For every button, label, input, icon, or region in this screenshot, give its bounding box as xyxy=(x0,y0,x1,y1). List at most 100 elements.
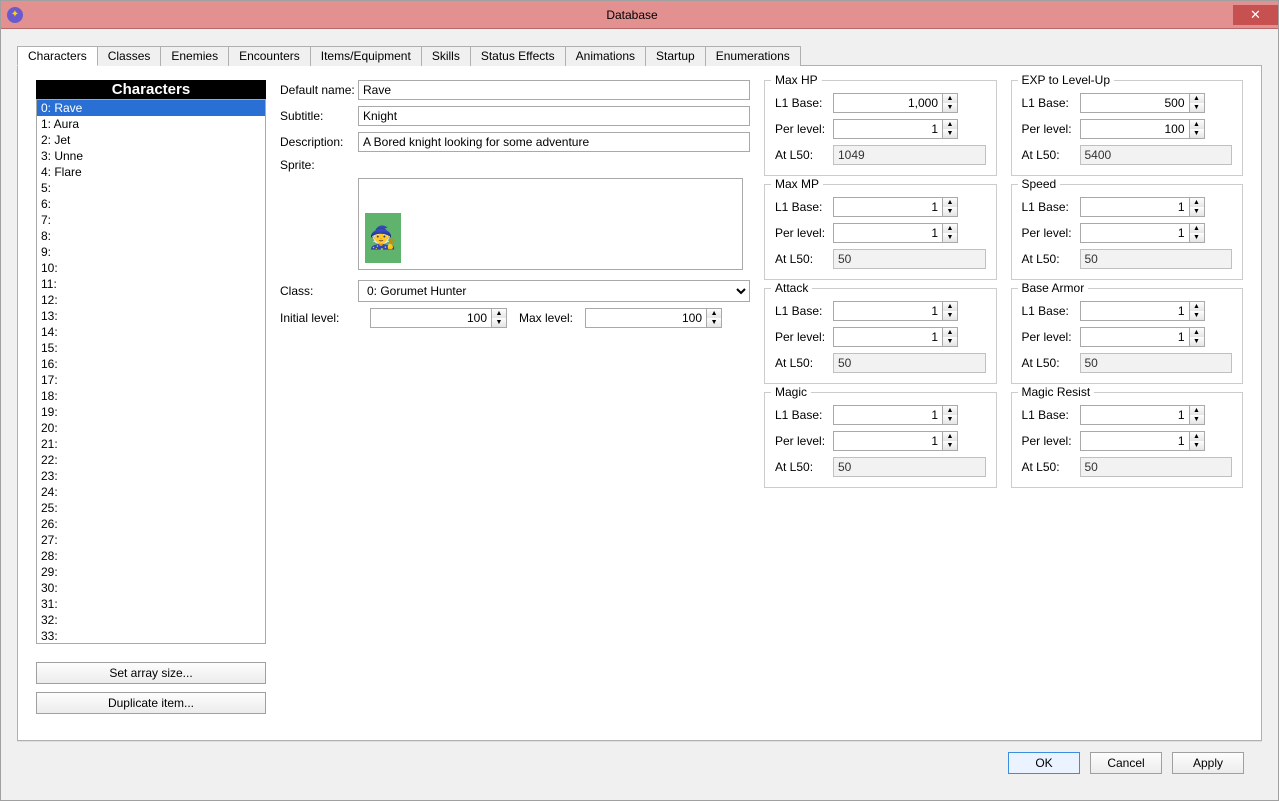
spin-up-icon[interactable]: ▲ xyxy=(943,406,957,415)
default-name-input[interactable] xyxy=(358,80,750,100)
close-button[interactable]: ✕ xyxy=(1233,5,1278,25)
l1base-input[interactable]: ▲▼ xyxy=(1080,93,1205,113)
tab-status-effects[interactable]: Status Effects xyxy=(470,46,566,66)
l1base-input[interactable]: ▲▼ xyxy=(1080,197,1205,217)
spin-up-icon[interactable]: ▲ xyxy=(1190,120,1204,129)
list-item[interactable]: 0: Rave xyxy=(37,100,265,116)
spin-down-icon[interactable]: ▼ xyxy=(943,337,957,346)
list-item[interactable]: 5: xyxy=(37,180,265,196)
l1base-input[interactable]: ▲▼ xyxy=(1080,405,1205,425)
class-select[interactable]: 0: Gorumet Hunter xyxy=(358,280,750,302)
tab-startup[interactable]: Startup xyxy=(645,46,706,66)
tab-characters[interactable]: Characters xyxy=(17,46,98,66)
spin-down-icon[interactable]: ▼ xyxy=(943,129,957,138)
perlevel-input[interactable]: ▲▼ xyxy=(833,119,958,139)
l1base-input[interactable]: ▲▼ xyxy=(833,93,958,113)
list-item[interactable]: 10: xyxy=(37,260,265,276)
list-item[interactable]: 12: xyxy=(37,292,265,308)
spin-up-icon[interactable]: ▲ xyxy=(943,328,957,337)
list-item[interactable]: 30: xyxy=(37,580,265,596)
spin-down-icon[interactable]: ▼ xyxy=(1190,207,1204,216)
list-item[interactable]: 1: Aura xyxy=(37,116,265,132)
tab-enemies[interactable]: Enemies xyxy=(160,46,229,66)
spin-down-icon[interactable]: ▼ xyxy=(943,207,957,216)
list-item[interactable]: 33: xyxy=(37,628,265,644)
spin-down-icon[interactable]: ▼ xyxy=(492,318,506,327)
cancel-button[interactable]: Cancel xyxy=(1090,752,1162,774)
spin-up-icon[interactable]: ▲ xyxy=(943,120,957,129)
initial-level-input[interactable]: ▲▼ xyxy=(370,308,507,328)
list-item[interactable]: 2: Jet xyxy=(37,132,265,148)
list-item[interactable]: 20: xyxy=(37,420,265,436)
tab-animations[interactable]: Animations xyxy=(565,46,646,66)
spin-down-icon[interactable]: ▼ xyxy=(943,415,957,424)
perlevel-input[interactable]: ▲▼ xyxy=(1080,327,1205,347)
perlevel-input[interactable]: ▲▼ xyxy=(833,223,958,243)
spin-up-icon[interactable]: ▲ xyxy=(707,309,721,318)
spin-up-icon[interactable]: ▲ xyxy=(1190,406,1204,415)
list-item[interactable]: 18: xyxy=(37,388,265,404)
spin-down-icon[interactable]: ▼ xyxy=(943,233,957,242)
spin-down-icon[interactable]: ▼ xyxy=(1190,415,1204,424)
list-item[interactable]: 3: Unne xyxy=(37,148,265,164)
l1base-input[interactable]: ▲▼ xyxy=(833,301,958,321)
spin-up-icon[interactable]: ▲ xyxy=(943,302,957,311)
list-item[interactable]: 17: xyxy=(37,372,265,388)
list-item[interactable]: 9: xyxy=(37,244,265,260)
spin-down-icon[interactable]: ▼ xyxy=(1190,311,1204,320)
list-item[interactable]: 32: xyxy=(37,612,265,628)
char-list[interactable]: 0: Rave1: Aura2: Jet3: Unne4: Flare5:6:7… xyxy=(36,99,266,644)
list-item[interactable]: 11: xyxy=(37,276,265,292)
spin-down-icon[interactable]: ▼ xyxy=(1190,129,1204,138)
l1base-input[interactable]: ▲▼ xyxy=(833,197,958,217)
ok-button[interactable]: OK xyxy=(1008,752,1080,774)
spin-down-icon[interactable]: ▼ xyxy=(1190,233,1204,242)
list-item[interactable]: 16: xyxy=(37,356,265,372)
list-item[interactable]: 27: xyxy=(37,532,265,548)
spin-down-icon[interactable]: ▼ xyxy=(943,311,957,320)
description-input[interactable] xyxy=(358,132,750,152)
spin-up-icon[interactable]: ▲ xyxy=(1190,198,1204,207)
spin-up-icon[interactable]: ▲ xyxy=(1190,224,1204,233)
spin-down-icon[interactable]: ▼ xyxy=(1190,337,1204,346)
list-item[interactable]: 6: xyxy=(37,196,265,212)
list-item[interactable]: 23: xyxy=(37,468,265,484)
spin-down-icon[interactable]: ▼ xyxy=(943,103,957,112)
l1base-input[interactable]: ▲▼ xyxy=(833,405,958,425)
list-item[interactable]: 8: xyxy=(37,228,265,244)
list-item[interactable]: 26: xyxy=(37,516,265,532)
spin-down-icon[interactable]: ▼ xyxy=(1190,441,1204,450)
tab-skills[interactable]: Skills xyxy=(421,46,471,66)
list-item[interactable]: 15: xyxy=(37,340,265,356)
perlevel-input[interactable]: ▲▼ xyxy=(1080,119,1205,139)
set-array-size-button[interactable]: Set array size... xyxy=(36,662,266,684)
spin-down-icon[interactable]: ▼ xyxy=(707,318,721,327)
list-item[interactable]: 22: xyxy=(37,452,265,468)
spin-up-icon[interactable]: ▲ xyxy=(1190,432,1204,441)
list-item[interactable]: 19: xyxy=(37,404,265,420)
list-item[interactable]: 13: xyxy=(37,308,265,324)
perlevel-input[interactable]: ▲▼ xyxy=(1080,431,1205,451)
spin-up-icon[interactable]: ▲ xyxy=(1190,328,1204,337)
spin-up-icon[interactable]: ▲ xyxy=(943,432,957,441)
perlevel-input[interactable]: ▲▼ xyxy=(833,431,958,451)
apply-button[interactable]: Apply xyxy=(1172,752,1244,774)
list-item[interactable]: 29: xyxy=(37,564,265,580)
perlevel-input[interactable]: ▲▼ xyxy=(1080,223,1205,243)
spin-down-icon[interactable]: ▼ xyxy=(1190,103,1204,112)
tab-items-equipment[interactable]: Items/Equipment xyxy=(310,46,422,66)
spin-up-icon[interactable]: ▲ xyxy=(943,198,957,207)
list-item[interactable]: 21: xyxy=(37,436,265,452)
spin-down-icon[interactable]: ▼ xyxy=(943,441,957,450)
spin-up-icon[interactable]: ▲ xyxy=(492,309,506,318)
list-item[interactable]: 7: xyxy=(37,212,265,228)
subtitle-input[interactable] xyxy=(358,106,750,126)
list-item[interactable]: 28: xyxy=(37,548,265,564)
spin-up-icon[interactable]: ▲ xyxy=(943,94,957,103)
spin-up-icon[interactable]: ▲ xyxy=(943,224,957,233)
list-item[interactable]: 4: Flare xyxy=(37,164,265,180)
max-level-input[interactable]: ▲▼ xyxy=(585,308,722,328)
list-item[interactable]: 14: xyxy=(37,324,265,340)
list-item[interactable]: 24: xyxy=(37,484,265,500)
l1base-input[interactable]: ▲▼ xyxy=(1080,301,1205,321)
